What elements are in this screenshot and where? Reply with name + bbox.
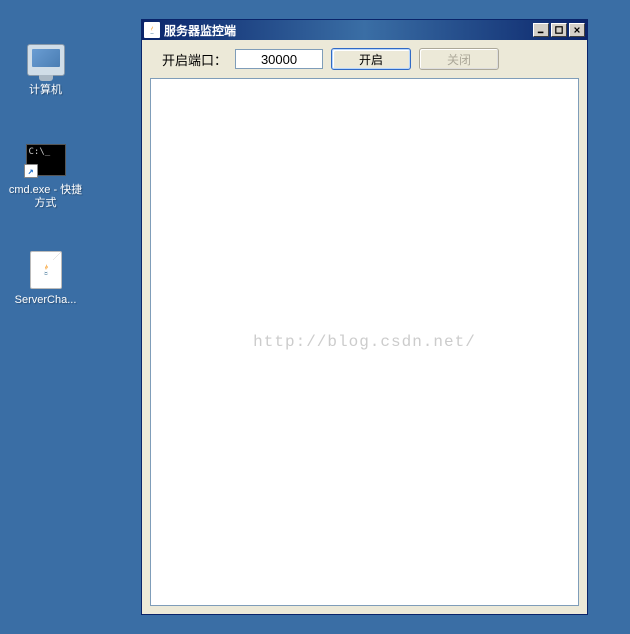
desktop-icon-label: 计算机 bbox=[29, 84, 62, 97]
desktop-icon-label: cmd.exe - 快捷方式 bbox=[8, 184, 83, 210]
log-textarea[interactable]: http://blog.csdn.net/ bbox=[150, 78, 579, 606]
desktop-icon-server-file[interactable]: ServerCha... bbox=[8, 250, 83, 307]
port-input[interactable] bbox=[235, 49, 323, 69]
close-button[interactable] bbox=[569, 23, 585, 37]
maximize-button[interactable] bbox=[551, 23, 567, 37]
cmd-icon: C:\_ ↗ bbox=[26, 140, 66, 180]
titlebar[interactable]: 服务器监控端 bbox=[142, 20, 587, 40]
toolbar: 开启端口： 开启 关闭 bbox=[142, 40, 587, 78]
java-file-icon bbox=[26, 250, 66, 290]
desktop-icon-computer[interactable]: 计算机 bbox=[8, 40, 83, 97]
close-port-button[interactable]: 关闭 bbox=[419, 48, 499, 70]
window-controls bbox=[533, 23, 585, 37]
server-monitor-window: 服务器监控端 开启端口： 开启 关闭 http://blog.csdn.net/ bbox=[141, 19, 588, 615]
open-button[interactable]: 开启 bbox=[331, 48, 411, 70]
desktop-icon-label: ServerCha... bbox=[15, 294, 77, 307]
java-icon bbox=[144, 22, 160, 38]
computer-icon bbox=[26, 40, 66, 80]
minimize-button[interactable] bbox=[533, 23, 549, 37]
desktop-icon-cmd[interactable]: C:\_ ↗ cmd.exe - 快捷方式 bbox=[8, 140, 83, 210]
watermark-text: http://blog.csdn.net/ bbox=[253, 333, 476, 351]
window-title: 服务器监控端 bbox=[164, 22, 533, 39]
port-label: 开启端口： bbox=[150, 50, 227, 69]
